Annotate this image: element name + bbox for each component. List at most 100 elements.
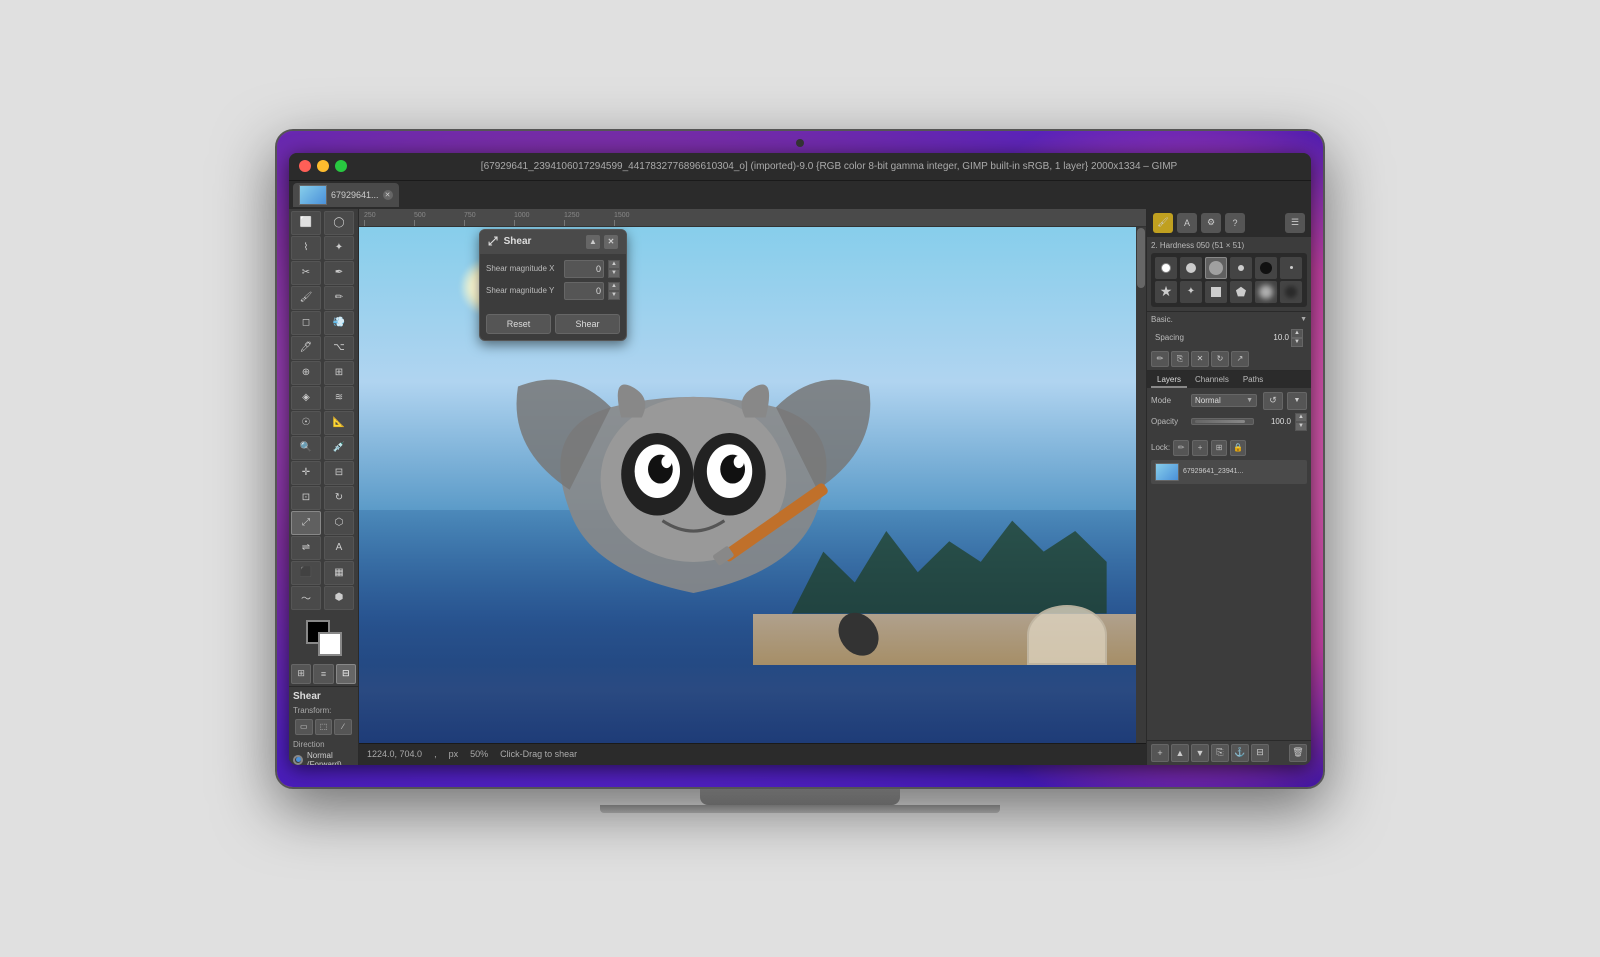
direction-normal-radio[interactable] bbox=[293, 755, 303, 765]
move-tool[interactable]: ✛ bbox=[291, 461, 321, 485]
background-color[interactable] bbox=[318, 632, 342, 656]
scissors-tool[interactable]: ✂ bbox=[291, 261, 321, 285]
color-swatch-pair[interactable] bbox=[306, 620, 342, 656]
shear-dialog-close-btn[interactable]: ✕ bbox=[604, 235, 618, 249]
bucket-fill-tool[interactable]: ⬛ bbox=[291, 561, 321, 585]
shear-x-down[interactable]: ▼ bbox=[608, 269, 620, 278]
mode-reset-btn[interactable]: ↺ bbox=[1263, 392, 1283, 410]
layers-tab[interactable]: Layers bbox=[1151, 373, 1187, 388]
vertical-scrollbar[interactable] bbox=[1136, 227, 1146, 743]
brush-item-10[interactable]: ⬟ bbox=[1230, 281, 1252, 303]
paths-tab[interactable]: Paths bbox=[1237, 373, 1269, 388]
image-tab[interactable]: 67929641... ✕ bbox=[293, 183, 399, 207]
tab-close-button[interactable]: ✕ bbox=[383, 190, 393, 200]
opacity-slider[interactable] bbox=[1191, 418, 1254, 425]
paths-tool[interactable]: ✒ bbox=[324, 261, 354, 285]
brush-item-5[interactable] bbox=[1255, 257, 1277, 279]
panel-menu-btn[interactable]: ☰ bbox=[1285, 213, 1305, 233]
brush-edit-btn[interactable]: ✏ bbox=[1151, 351, 1169, 367]
shear-y-input[interactable] bbox=[564, 282, 604, 300]
brush-item-9[interactable] bbox=[1205, 281, 1227, 303]
clone-tool[interactable]: ⌥ bbox=[324, 336, 354, 360]
delete-layer-btn[interactable]: 🗑 bbox=[1289, 744, 1307, 762]
canvas-scroll-area[interactable]: ⤢ Shear ▲ ✕ bbox=[359, 227, 1146, 743]
brush-item-8[interactable]: ✦ bbox=[1180, 281, 1202, 303]
warp-transform-tool[interactable]: 〜 bbox=[291, 586, 321, 610]
brush-panel-btn[interactable]: 🖌 bbox=[1153, 213, 1173, 233]
spacing-up-btn[interactable]: ▲ bbox=[1291, 329, 1303, 338]
settings-panel-btn[interactable]: ⚙ bbox=[1201, 213, 1221, 233]
icon-view-btn[interactable]: ⊞ bbox=[291, 664, 311, 684]
brush-item-11[interactable] bbox=[1255, 281, 1277, 303]
rect-select-tool[interactable]: ⬜ bbox=[291, 211, 321, 235]
shear-tool[interactable]: ⤢ bbox=[291, 511, 321, 535]
channels-tab[interactable]: Channels bbox=[1189, 373, 1235, 388]
dodge-tool[interactable]: ☉ bbox=[291, 411, 321, 435]
flip-tool[interactable]: ⇌ bbox=[291, 536, 321, 560]
shear-x-up[interactable]: ▲ bbox=[608, 260, 620, 269]
perspective-tool[interactable]: ⬡ bbox=[324, 511, 354, 535]
heal-tool[interactable]: ⊕ bbox=[291, 361, 321, 385]
list-view-btn[interactable]: ≡ bbox=[313, 664, 333, 684]
pencil-tool[interactable]: ✏ bbox=[324, 286, 354, 310]
align-tool[interactable]: ⊟ bbox=[324, 461, 354, 485]
brush-item-12[interactable] bbox=[1280, 281, 1302, 303]
lock-position-btn[interactable]: ⊞ bbox=[1211, 440, 1227, 456]
zoom-tool[interactable]: 🔍 bbox=[291, 436, 321, 460]
lock-alpha-btn[interactable]: + bbox=[1192, 440, 1208, 456]
brush-item-4[interactable] bbox=[1230, 257, 1252, 279]
brush-delete-btn[interactable]: ✕ bbox=[1191, 351, 1209, 367]
raise-layer-btn[interactable]: ▲ bbox=[1171, 744, 1189, 762]
fuzzy-select-tool[interactable]: ✦ bbox=[324, 236, 354, 260]
shear-reset-button[interactable]: Reset bbox=[486, 314, 551, 334]
mode-select[interactable]: Normal ▼ bbox=[1191, 394, 1257, 407]
brush-export-btn[interactable]: ↗ bbox=[1231, 351, 1249, 367]
rotate-tool[interactable]: ↻ bbox=[324, 486, 354, 510]
brush-copy-btn[interactable]: ⎘ bbox=[1171, 351, 1189, 367]
mode-options-btn[interactable]: ▼ bbox=[1287, 392, 1307, 410]
free-select-tool[interactable]: ⌇ bbox=[291, 236, 321, 260]
shear-x-input[interactable] bbox=[564, 260, 604, 278]
shear-dialog-up-btn[interactable]: ▲ bbox=[586, 235, 600, 249]
transform-3d-tool[interactable]: ⬢ bbox=[324, 586, 354, 610]
gradient-tool[interactable]: ▦ bbox=[324, 561, 354, 585]
new-layer-btn[interactable]: + bbox=[1151, 744, 1169, 762]
smudge-tool[interactable]: ≋ bbox=[324, 386, 354, 410]
minimize-button[interactable] bbox=[317, 160, 329, 172]
canvas-image[interactable]: ⤢ Shear ▲ ✕ bbox=[359, 227, 1146, 743]
opacity-up[interactable]: ▲ bbox=[1295, 413, 1307, 422]
maximize-button[interactable] bbox=[335, 160, 347, 172]
shear-apply-button[interactable]: Shear bbox=[555, 314, 620, 334]
close-button[interactable] bbox=[299, 160, 311, 172]
shear-y-down[interactable]: ▼ bbox=[608, 291, 620, 300]
brush-item-6[interactable] bbox=[1280, 257, 1302, 279]
perspective-clone-tool[interactable]: ⊞ bbox=[324, 361, 354, 385]
transform-path-btn[interactable]: ∕ bbox=[334, 719, 352, 735]
merge-layers-btn[interactable]: ⊟ bbox=[1251, 744, 1269, 762]
ink-tool[interactable]: 🖊 bbox=[291, 336, 321, 360]
anchor-layer-btn[interactable]: ⚓ bbox=[1231, 744, 1249, 762]
scrollbar-thumb[interactable] bbox=[1137, 228, 1145, 288]
blur-tool[interactable]: ◈ bbox=[291, 386, 321, 410]
airbrush-tool[interactable]: 💨 bbox=[324, 311, 354, 335]
help-panel-btn[interactable]: ? bbox=[1225, 213, 1245, 233]
brush-item-7[interactable]: ★ bbox=[1155, 281, 1177, 303]
brush-refresh-btn[interactable]: ↻ bbox=[1211, 351, 1229, 367]
color-picker-tool[interactable]: 💉 bbox=[324, 436, 354, 460]
brush-item-3[interactable] bbox=[1205, 257, 1227, 279]
eraser-tool[interactable]: ◻ bbox=[291, 311, 321, 335]
lower-layer-btn[interactable]: ▼ bbox=[1191, 744, 1209, 762]
opacity-down[interactable]: ▼ bbox=[1295, 422, 1307, 431]
ellipse-select-tool[interactable]: ◯ bbox=[324, 211, 354, 235]
text-panel-btn[interactable]: A bbox=[1177, 213, 1197, 233]
lock-pixels-btn[interactable]: ✏ bbox=[1173, 440, 1189, 456]
transform-layer-btn[interactable]: ▭ bbox=[295, 719, 313, 735]
grid-view-btn[interactable]: ⊟ bbox=[336, 664, 356, 684]
duplicate-layer-btn[interactable]: ⎘ bbox=[1211, 744, 1229, 762]
measure-tool[interactable]: 📐 bbox=[324, 411, 354, 435]
paintbrush-tool[interactable]: 🖌 bbox=[291, 286, 321, 310]
tag-filter-arrow[interactable]: ▼ bbox=[1300, 316, 1307, 323]
spacing-down-btn[interactable]: ▼ bbox=[1291, 338, 1303, 347]
text-tool[interactable]: A bbox=[324, 536, 354, 560]
crop-tool[interactable]: ⊡ bbox=[291, 486, 321, 510]
